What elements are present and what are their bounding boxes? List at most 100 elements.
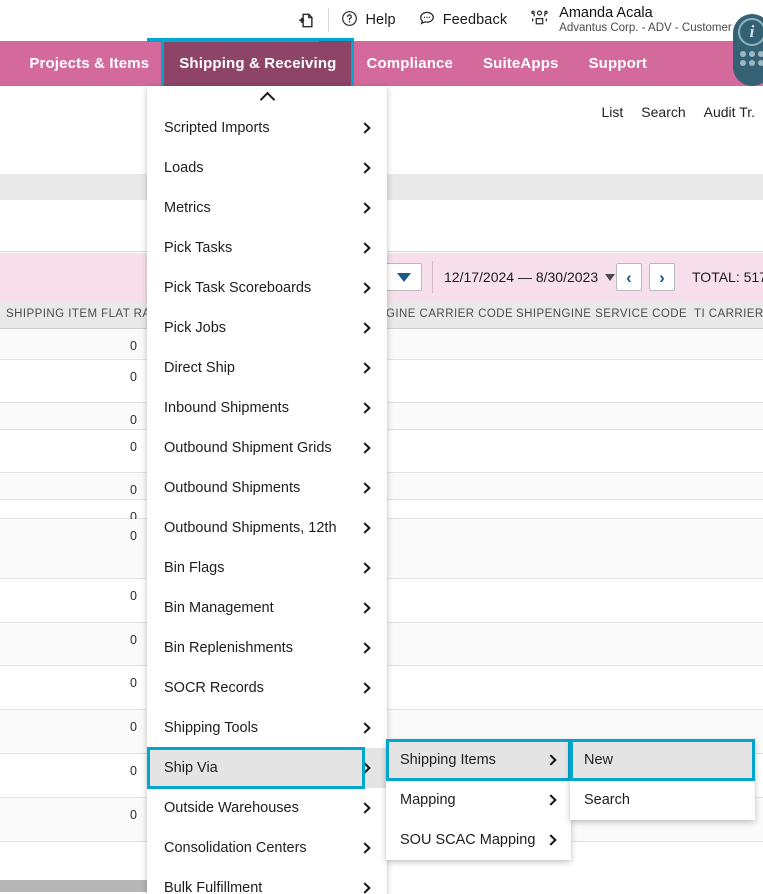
info-italic-icon: i bbox=[738, 18, 763, 46]
menu-item-inbound-shipments[interactable]: Inbound Shipments bbox=[147, 388, 387, 428]
date-range-selector[interactable]: 12/17/2024 — 8/30/2023 bbox=[444, 269, 616, 285]
menu-item-label: Bin Replenishments bbox=[164, 640, 293, 656]
menu-item-loads[interactable]: Loads bbox=[147, 148, 387, 188]
menu-item-bin-replenishments[interactable]: Bin Replenishments bbox=[147, 628, 387, 668]
chat-bubble-icon bbox=[418, 9, 436, 31]
menu-item-outbound-shipments[interactable]: Outbound Shipments bbox=[147, 468, 387, 508]
menu-item-bin-flags[interactable]: Bin Flags bbox=[147, 548, 387, 588]
menu-item-metrics[interactable]: Metrics bbox=[147, 188, 387, 228]
menu-item-label: Mapping bbox=[400, 792, 456, 808]
chevron-right-icon bbox=[359, 802, 371, 814]
cell-shipping-item-flat-rate: 0 bbox=[130, 370, 137, 384]
menu-item-label: Bin Flags bbox=[164, 560, 225, 576]
menu-item-label: Inbound Shipments bbox=[164, 400, 289, 416]
shipping-items-submenu: New Search bbox=[570, 739, 755, 820]
chevron-right-icon bbox=[545, 834, 557, 846]
chevron-right-icon bbox=[359, 322, 371, 334]
nav-item-truncated[interactable]: n bbox=[0, 41, 14, 86]
menu-item-shipping-tools[interactable]: Shipping Tools bbox=[147, 708, 387, 748]
menu-item-label: Pick Task Scoreboards bbox=[164, 280, 312, 296]
chevron-right-icon bbox=[359, 682, 371, 694]
top-utility-bar: Help Feedback Amanda Acala Advantus Corp… bbox=[0, 0, 763, 40]
menu-scroll-up-button[interactable] bbox=[147, 86, 387, 108]
user-subtitle: Advantus Corp. - ADV - Customer Se bbox=[559, 22, 749, 35]
nav-item-compliance[interactable]: Compliance bbox=[351, 41, 468, 86]
menu-item-bin-management[interactable]: Bin Management bbox=[147, 588, 387, 628]
ship-via-submenu: Shipping Items Mapping SOU SCAC Mapping bbox=[386, 739, 571, 860]
menu-item-outside-warehouses[interactable]: Outside Warehouses bbox=[147, 788, 387, 828]
help-button[interactable]: Help bbox=[341, 10, 396, 31]
menu-item-pick-jobs[interactable]: Pick Jobs bbox=[147, 308, 387, 348]
chevron-right-icon bbox=[359, 522, 371, 534]
cell-shipping-item-flat-rate: 0 bbox=[130, 633, 137, 647]
chevron-right-icon bbox=[359, 482, 371, 494]
user-menu[interactable]: Amanda Acala Advantus Corp. - ADV - Cust… bbox=[529, 5, 749, 36]
menu-item-direct-ship[interactable]: Direct Ship bbox=[147, 348, 387, 388]
chevron-right-icon bbox=[359, 842, 371, 854]
chevron-right-icon bbox=[359, 442, 371, 454]
column-header-ti-carrier-name[interactable]: TI CARRIER N bbox=[694, 308, 763, 320]
next-page-button[interactable]: › bbox=[649, 263, 675, 291]
question-circle-icon bbox=[341, 10, 358, 31]
application-window: Help Feedback Amanda Acala Advantus Corp… bbox=[0, 0, 763, 894]
nav-item-shipping-receiving[interactable]: Shipping & Receiving bbox=[161, 38, 355, 89]
chevron-right-icon bbox=[359, 642, 371, 654]
menu-item-label: SOCR Records bbox=[164, 680, 264, 696]
chevron-right-icon bbox=[545, 754, 557, 766]
menu-item-socr-records[interactable]: SOCR Records bbox=[147, 668, 387, 708]
submenu-item-shipping-items[interactable]: Shipping Items bbox=[386, 739, 571, 781]
chevron-right-icon bbox=[359, 562, 371, 574]
view-dropdown-button[interactable] bbox=[386, 263, 422, 291]
chevron-right-icon bbox=[359, 202, 371, 214]
link-search[interactable]: Search bbox=[641, 104, 685, 120]
nav-item-support[interactable]: Support bbox=[574, 41, 663, 86]
caret-down-icon bbox=[397, 272, 411, 282]
menu-item-consolidation-centers[interactable]: Consolidation Centers bbox=[147, 828, 387, 868]
chevron-right-icon bbox=[359, 282, 371, 294]
menu-item-label: Pick Jobs bbox=[164, 320, 227, 336]
column-header-shipengine-service-code[interactable]: SHIPENGINE SERVICE CODE bbox=[516, 308, 687, 320]
nav-items: n Projects & Items Shipping & Receiving … bbox=[0, 38, 663, 89]
cell-shipping-item-flat-rate: 0 bbox=[130, 720, 137, 734]
dot-grid-icon bbox=[740, 51, 763, 66]
submenu3-item-search[interactable]: Search bbox=[570, 780, 755, 820]
help-assistant-widget[interactable]: i bbox=[733, 14, 763, 86]
link-audit-trail[interactable]: Audit Tr. bbox=[704, 104, 755, 120]
people-group-icon bbox=[529, 8, 550, 32]
column-header-shipping-item-flat-rate[interactable]: SHIPPING ITEM FLAT RATE bbox=[6, 308, 165, 320]
menu-item-bulk-fulfillment[interactable]: Bulk Fulfillment bbox=[147, 868, 387, 894]
menu-item-pick-task-scoreboards[interactable]: Pick Task Scoreboards bbox=[147, 268, 387, 308]
menu-item-label: Ship Via bbox=[164, 760, 218, 776]
menu-item-pick-tasks[interactable]: Pick Tasks bbox=[147, 228, 387, 268]
column-header-shipengine-carrier-code[interactable]: GINE CARRIER CODE bbox=[386, 308, 513, 320]
submenu-item-sou-scac-mapping[interactable]: SOU SCAC Mapping bbox=[386, 820, 571, 860]
menu-item-label: Bin Management bbox=[164, 600, 274, 616]
shipping-receiving-dropdown-menu: Scripted Imports Loads Metrics Pick Tasks Pi… bbox=[147, 86, 387, 894]
cell-shipping-item-flat-rate: 0 bbox=[130, 483, 137, 497]
pager-controls: ‹ › bbox=[616, 263, 675, 291]
menu-item-label: New bbox=[584, 752, 614, 768]
menu-item-outbound-shipments-12th[interactable]: Outbound Shipments, 12th bbox=[147, 508, 387, 548]
chevron-right-icon bbox=[359, 402, 371, 414]
menu-item-outbound-shipment-grids[interactable]: Outbound Shipment Grids bbox=[147, 428, 387, 468]
previous-page-button[interactable]: ‹ bbox=[616, 263, 642, 291]
cell-shipping-item-flat-rate: 0 bbox=[130, 808, 137, 822]
menu-item-label: Outbound Shipments, 12th bbox=[164, 520, 337, 536]
chevron-right-icon bbox=[359, 602, 371, 614]
menu-item-label: Direct Ship bbox=[164, 360, 235, 376]
cell-shipping-item-flat-rate: 0 bbox=[130, 529, 137, 543]
nav-item-suiteapps[interactable]: SuiteApps bbox=[468, 41, 574, 86]
toolbar-divider bbox=[328, 8, 330, 32]
menu-item-label: Shipping Tools bbox=[164, 720, 259, 736]
nav-item-projects-items[interactable]: Projects & Items bbox=[14, 41, 164, 86]
menu-item-label: Scripted Imports bbox=[164, 120, 270, 136]
feedback-button[interactable]: Feedback bbox=[418, 9, 507, 31]
menu-item-list: Scripted Imports Loads Metrics Pick Tasks Pi… bbox=[147, 108, 387, 894]
menu-item-scripted-imports[interactable]: Scripted Imports bbox=[147, 108, 387, 148]
add-page-icon[interactable] bbox=[290, 5, 320, 35]
menu-item-label: Search bbox=[584, 792, 630, 808]
submenu-item-mapping[interactable]: Mapping bbox=[386, 780, 571, 820]
submenu3-item-new[interactable]: New bbox=[570, 739, 755, 781]
link-list[interactable]: List bbox=[601, 104, 623, 120]
menu-item-ship-via[interactable]: Ship Via bbox=[147, 747, 387, 789]
